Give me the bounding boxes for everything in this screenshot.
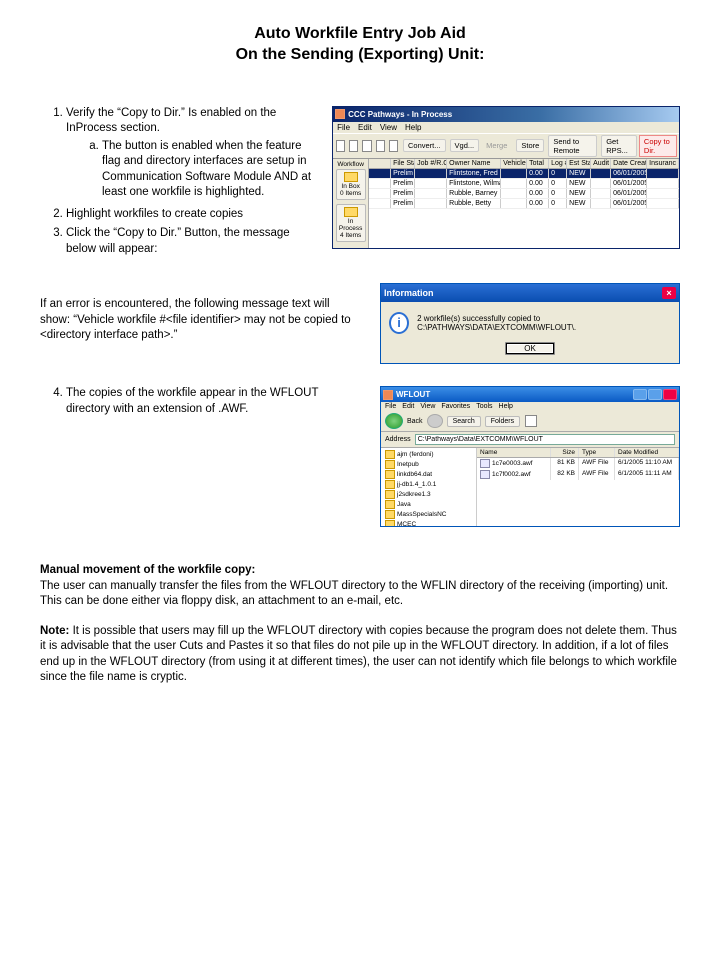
menu-edit[interactable]: Edit	[402, 403, 414, 410]
step-1a: The button is enabled when the feature f…	[102, 139, 314, 201]
forward-button[interactable]	[427, 414, 443, 428]
copy-to-dir-button[interactable]: Copy to Dir.	[639, 135, 677, 157]
menu-help[interactable]: Help	[499, 403, 513, 410]
info-dialog: Information × i 2 workfile(s) successful…	[380, 283, 680, 364]
print-icon[interactable]	[376, 140, 385, 152]
menu-view[interactable]: View	[420, 403, 435, 410]
folder-icon	[383, 390, 393, 400]
dialog-message: 2 workfile(s) successfully copied to C:\…	[417, 314, 671, 332]
vgd-button[interactable]: Vgd...	[450, 139, 480, 152]
file-row[interactable]: 1c7e0003.awf81 KBAWF File6/1/2005 11:10 …	[477, 458, 679, 469]
table-row[interactable]: PrelimRubble, Barney0.000NEW06/01/2005	[369, 189, 679, 199]
info-icon: i	[389, 312, 409, 334]
address-input[interactable]	[415, 434, 675, 445]
menu-tools[interactable]: Tools	[476, 403, 492, 410]
table-row[interactable]: PrelimFlintstone, Wilma0.000NEW06/01/200…	[369, 179, 679, 189]
note-paragraph: Note: It is possible that users may fill…	[40, 624, 680, 686]
menu-favorites[interactable]: Favorites	[441, 403, 470, 410]
paste-icon[interactable]	[362, 140, 371, 152]
workflow-panel: Workflow In Box0 Items In Process4 Items	[333, 159, 369, 248]
doc-title-2: On the Sending (Exporting) Unit:	[40, 45, 680, 66]
menu-edit[interactable]: Edit	[358, 123, 372, 132]
close-icon[interactable]	[663, 389, 677, 400]
ccc-titlebar: CCC Pathways - In Process	[333, 107, 679, 122]
error-paragraph: If an error is encountered, the followin…	[40, 297, 362, 344]
ccc-menubar: File Edit View Help	[333, 122, 679, 133]
convert-button[interactable]: Convert...	[403, 139, 446, 152]
explorer-window: WFLOUT File Edit View Favorites Tools He…	[380, 386, 680, 527]
file-row[interactable]: 1c7f0002.awf82 KBAWF File6/1/2005 11:11 …	[477, 469, 679, 480]
ccc-window: CCC Pathways - In Process File Edit View…	[332, 106, 680, 249]
menu-file[interactable]: File	[337, 123, 350, 132]
menu-view[interactable]: View	[380, 123, 397, 132]
workfile-grid: File StatJob #/R.O. #Owner NameVehicleTo…	[369, 159, 679, 248]
cut-icon[interactable]	[336, 140, 345, 152]
store-button[interactable]: Store	[516, 139, 544, 152]
step-1: Verify the “Copy to Dir.” Is enabled on …	[66, 106, 314, 201]
dialog-titlebar: Information ×	[381, 284, 679, 302]
step-3: Click the “Copy to Dir.” Button, the mes…	[66, 226, 314, 257]
close-icon[interactable]: ×	[662, 287, 676, 299]
table-row[interactable]: PrelimFlintstone, Fred0.000NEW06/01/2005	[369, 169, 679, 179]
send-button[interactable]: Send to Remote	[548, 135, 597, 157]
file-list: NameSizeTypeDate Modified 1c7e0003.awf81…	[477, 448, 679, 526]
doc-title-1: Auto Workfile Entry Job Aid	[40, 24, 680, 45]
step-2: Highlight workfiles to create copies	[66, 207, 314, 223]
help-icon[interactable]	[389, 140, 398, 152]
ccc-toolbar: Convert... Vgd... Merge Store Send to Re…	[333, 133, 679, 159]
folder-tree[interactable]: ajm (ferdoni) Inetpub linkdb64.dat jj-db…	[381, 448, 477, 526]
merge-button: Merge	[481, 139, 512, 152]
minimize-icon[interactable]	[633, 389, 647, 400]
in-process-button[interactable]: In Process4 Items	[336, 204, 366, 242]
table-row[interactable]: PrelimRubble, Betty0.000NEW06/01/2005	[369, 199, 679, 209]
get-rps-button[interactable]: Get RPS...	[601, 135, 637, 157]
folders-button[interactable]: Folders	[485, 416, 520, 427]
maximize-icon[interactable]	[648, 389, 662, 400]
copy-icon[interactable]	[349, 140, 358, 152]
menu-file[interactable]: File	[385, 403, 396, 410]
views-icon[interactable]	[525, 415, 537, 427]
search-button[interactable]: Search	[447, 416, 481, 427]
app-icon	[335, 109, 345, 119]
menu-help[interactable]: Help	[405, 123, 421, 132]
inbox-button[interactable]: In Box0 Items	[336, 169, 366, 200]
back-button[interactable]	[385, 413, 403, 429]
ok-button[interactable]: OK	[505, 342, 555, 355]
steps-list: Verify the “Copy to Dir.” Is enabled on …	[48, 106, 314, 258]
step-4: The copies of the workfile appear in the…	[66, 386, 362, 417]
manual-paragraph: Manual movement of the workfile copy: Th…	[40, 563, 680, 610]
